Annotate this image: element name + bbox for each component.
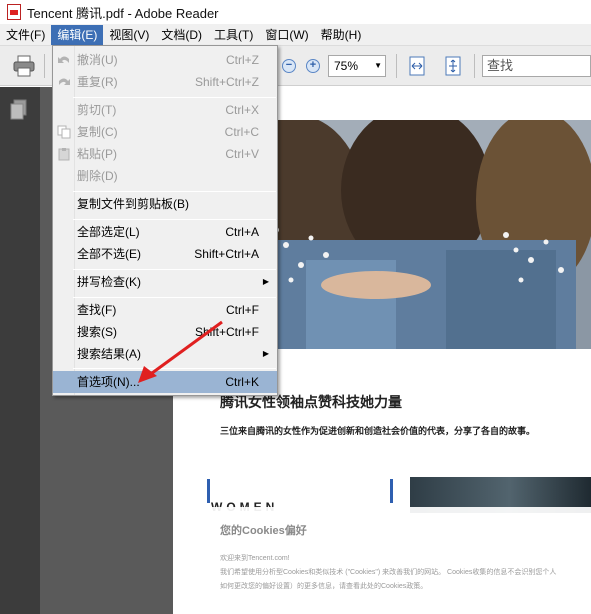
- cookie-title: 您的Cookies偏好: [220, 525, 307, 537]
- menu-separator: [73, 191, 276, 192]
- menu-bar: 文件(F) 编辑(E) 视图(V) 文档(D) 工具(T) 窗口(W) 帮助(H…: [0, 24, 591, 46]
- pages-panel-icon[interactable]: [10, 99, 28, 121]
- menu-item-shortcut: Ctrl+X: [225, 103, 259, 117]
- zoom-level-value: 75%: [334, 59, 359, 73]
- menu-item-label: 重复(R): [77, 75, 118, 89]
- menu-item-copy-file-to-clipboard[interactable]: 复制文件到剪贴板(B): [53, 193, 277, 215]
- menu-item-label: 首选项(N)...: [77, 375, 140, 389]
- menu-item-label: 全部不选(E): [77, 247, 141, 261]
- menu-item-label: 撤消(U): [77, 53, 118, 67]
- menu-separator: [73, 219, 276, 220]
- toolbar-separator: [44, 54, 45, 78]
- menu-item-search-results[interactable]: 搜索结果(A) ▶: [53, 343, 277, 365]
- menu-item-delete[interactable]: 删除(D): [53, 165, 277, 187]
- toolbar-separator: [474, 54, 475, 78]
- menu-item-paste[interactable]: 粘贴(P) Ctrl+V: [53, 143, 277, 165]
- menu-item-label: 剪切(T): [77, 103, 117, 117]
- zoom-out-icon[interactable]: −: [282, 59, 296, 73]
- undo-icon: [58, 56, 69, 63]
- menu-window[interactable]: 窗口(W): [259, 25, 314, 45]
- menu-item-label: 搜索(S): [77, 325, 117, 339]
- menu-item-preferences[interactable]: 首选项(N)... Ctrl+K: [53, 371, 277, 393]
- menu-help[interactable]: 帮助(H): [315, 25, 368, 45]
- menu-item-label: 查找(F): [77, 303, 117, 317]
- toolbar-separator: [396, 54, 397, 78]
- article-subtitle: 三位来自腾讯的女性作为促进创新和创造社会价值的代表，分享了各自的故事。: [220, 426, 536, 436]
- cookie-text-line: 我们希望使用分析型Cookies和类似技术 ("Cookies") 来改善我们的…: [220, 569, 557, 576]
- copy-icon: [57, 125, 71, 139]
- navigation-pane: [0, 87, 40, 614]
- submenu-arrow-icon: ▶: [262, 349, 269, 358]
- menu-item-shortcut: Ctrl+A: [225, 225, 259, 239]
- title-bar: Tencent 腾讯.pdf - Adobe Reader: [0, 0, 591, 24]
- menu-item-search[interactable]: 搜索(S) Shift+Ctrl+F: [53, 321, 277, 343]
- menu-item-shortcut: Ctrl+V: [225, 147, 259, 161]
- edit-menu-dropdown: 撤消(U) Ctrl+Z 重复(R) Shift+Ctrl+Z 剪切(T) Ct…: [52, 45, 278, 396]
- print-icon[interactable]: [12, 55, 36, 77]
- menu-file[interactable]: 文件(F): [0, 25, 51, 45]
- menu-item-label: 删除(D): [77, 169, 118, 183]
- menu-view[interactable]: 视图(V): [103, 25, 155, 45]
- menu-separator: [73, 97, 276, 98]
- redo-icon: [59, 78, 70, 85]
- menu-edit[interactable]: 编辑(E): [51, 24, 104, 45]
- menu-item-shortcut: Shift+Ctrl+A: [194, 247, 259, 261]
- menu-item-redo[interactable]: 重复(R) Shift+Ctrl+Z: [53, 71, 277, 93]
- cookie-text-line: 如何更改您的偏好设置）的更多信息，请查看此处的Cookies政策。: [220, 583, 428, 590]
- menu-item-shortcut: Ctrl+F: [226, 303, 259, 317]
- zoom-level-select[interactable]: 75% ▼: [328, 55, 386, 77]
- fit-page-icon[interactable]: [442, 55, 464, 77]
- menu-tools[interactable]: 工具(T): [208, 25, 259, 45]
- menu-separator: [73, 269, 276, 270]
- window-title: Tencent 腾讯.pdf - Adobe Reader: [27, 5, 219, 21]
- menu-item-deselect-all[interactable]: 全部不选(E) Shift+Ctrl+A: [53, 243, 277, 265]
- menu-item-select-all[interactable]: 全部选定(L) Ctrl+A: [53, 221, 277, 243]
- zoom-in-icon[interactable]: +: [306, 59, 320, 73]
- menu-item-shortcut: Shift+Ctrl+F: [194, 325, 259, 339]
- menu-item-label: 全部选定(L): [77, 225, 140, 239]
- menu-item-shortcut: Shift+Ctrl+Z: [194, 75, 259, 89]
- menu-item-spell-check[interactable]: 拼写检查(K) ▶: [53, 271, 277, 293]
- fit-width-icon[interactable]: [406, 55, 428, 77]
- menu-item-undo[interactable]: 撤消(U) Ctrl+Z: [53, 49, 277, 71]
- pdf-file-icon: [7, 4, 21, 20]
- menu-item-label: 复制文件到剪贴板(B): [77, 197, 189, 211]
- menu-item-shortcut: Ctrl+K: [225, 375, 259, 389]
- search-input[interactable]: 查找: [482, 55, 591, 77]
- menu-item-label: 粘贴(P): [77, 147, 117, 161]
- menu-separator: [73, 368, 276, 369]
- menu-item-find[interactable]: 查找(F) Ctrl+F: [53, 299, 277, 321]
- menu-item-label: 拼写检查(K): [77, 275, 141, 289]
- submenu-arrow-icon: ▶: [262, 277, 269, 286]
- paste-icon: [58, 148, 70, 161]
- menu-item-label: 复制(C): [77, 125, 118, 139]
- menu-item-label: 搜索结果(A): [77, 347, 141, 361]
- menu-item-shortcut: Ctrl+C: [224, 125, 259, 139]
- menu-document[interactable]: 文档(D): [155, 25, 208, 45]
- cookie-text-line: 欢迎来到Tencent.com!: [220, 555, 290, 562]
- menu-separator: [73, 297, 276, 298]
- menu-item-cut[interactable]: 剪切(T) Ctrl+X: [53, 99, 277, 121]
- menu-item-shortcut: Ctrl+Z: [226, 53, 259, 67]
- chevron-down-icon: ▼: [374, 61, 382, 70]
- menu-item-copy[interactable]: 复制(C) Ctrl+C: [53, 121, 277, 143]
